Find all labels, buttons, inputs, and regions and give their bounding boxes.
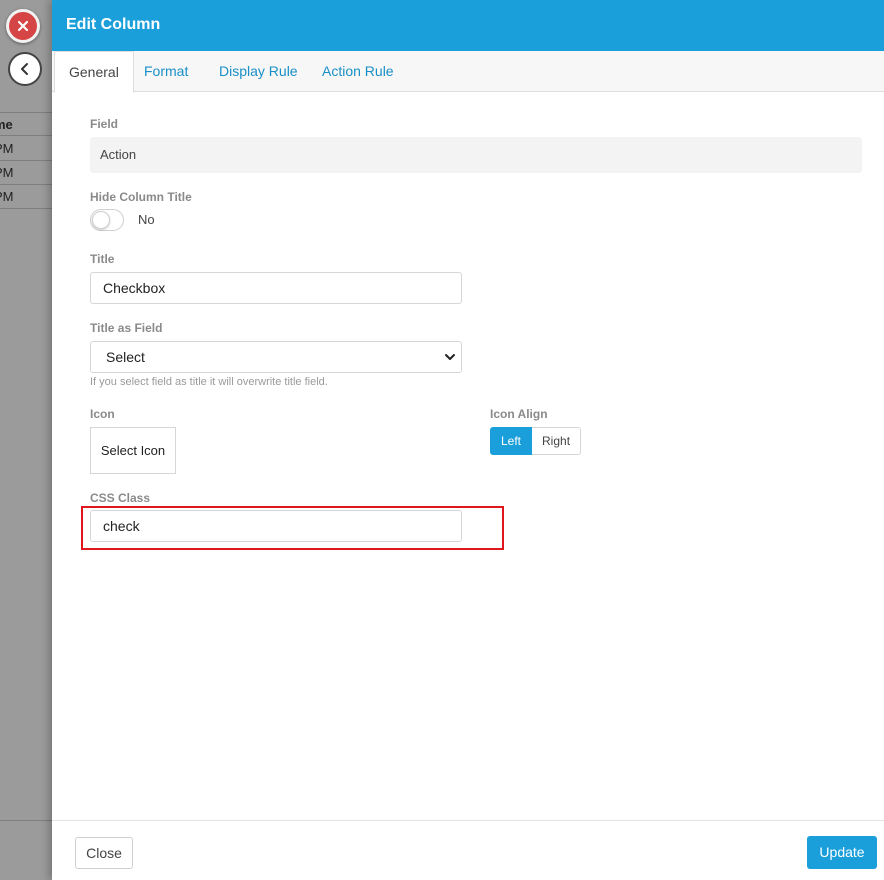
- title-as-field-help: If you select field as title it will ove…: [90, 376, 328, 388]
- field-value: Action: [90, 137, 862, 173]
- close-button[interactable]: Close: [75, 837, 133, 869]
- tab-format[interactable]: Format: [130, 51, 202, 92]
- title-as-field-select[interactable]: Select: [90, 341, 462, 373]
- background-divider: [0, 820, 52, 821]
- tab-display-rule[interactable]: Display Rule: [205, 51, 312, 92]
- chevron-down-icon: [445, 354, 455, 360]
- background-row: PM: [0, 185, 52, 209]
- chevron-left-icon: [21, 63, 28, 75]
- icon-align-group: Left Right: [490, 427, 582, 455]
- background-page: me PM PM PM: [0, 0, 52, 880]
- icon-align-left-button[interactable]: Left: [490, 427, 533, 455]
- tab-action-rule[interactable]: Action Rule: [308, 51, 408, 92]
- update-button[interactable]: Update: [807, 836, 877, 869]
- hide-column-title-label: Hide Column Title: [90, 190, 192, 204]
- background-row: PM: [0, 137, 52, 161]
- background-row: PM: [0, 161, 52, 185]
- title-label: Title: [90, 252, 115, 266]
- title-as-field-label: Title as Field: [90, 321, 163, 335]
- highlight-box: [81, 506, 504, 550]
- hide-column-title-state: No: [138, 212, 155, 227]
- close-icon: [17, 20, 29, 32]
- select-icon-button[interactable]: Select Icon: [90, 427, 176, 474]
- tab-general[interactable]: General: [54, 51, 134, 93]
- field-label: Field: [90, 117, 119, 131]
- title-as-field-selected: Select: [106, 349, 145, 365]
- title-input[interactable]: [90, 272, 462, 304]
- tab-bar: General Format Display Rule Action Rule: [52, 51, 884, 93]
- modal-footer: Close Update: [52, 820, 884, 880]
- icon-align-label: Icon Align: [490, 407, 548, 421]
- css-class-label: CSS Class: [90, 491, 151, 505]
- icon-align-right-button[interactable]: Right: [532, 427, 582, 455]
- back-button[interactable]: [8, 52, 42, 86]
- close-modal-button[interactable]: [6, 9, 40, 43]
- background-column-header: me: [0, 112, 52, 136]
- modal-title: Edit Column: [52, 0, 884, 51]
- hide-column-title-toggle[interactable]: [90, 209, 124, 231]
- icon-label: Icon: [90, 407, 115, 421]
- toggle-knob: [92, 211, 110, 229]
- edit-column-modal: Edit Column General Format Display Rule …: [52, 0, 884, 880]
